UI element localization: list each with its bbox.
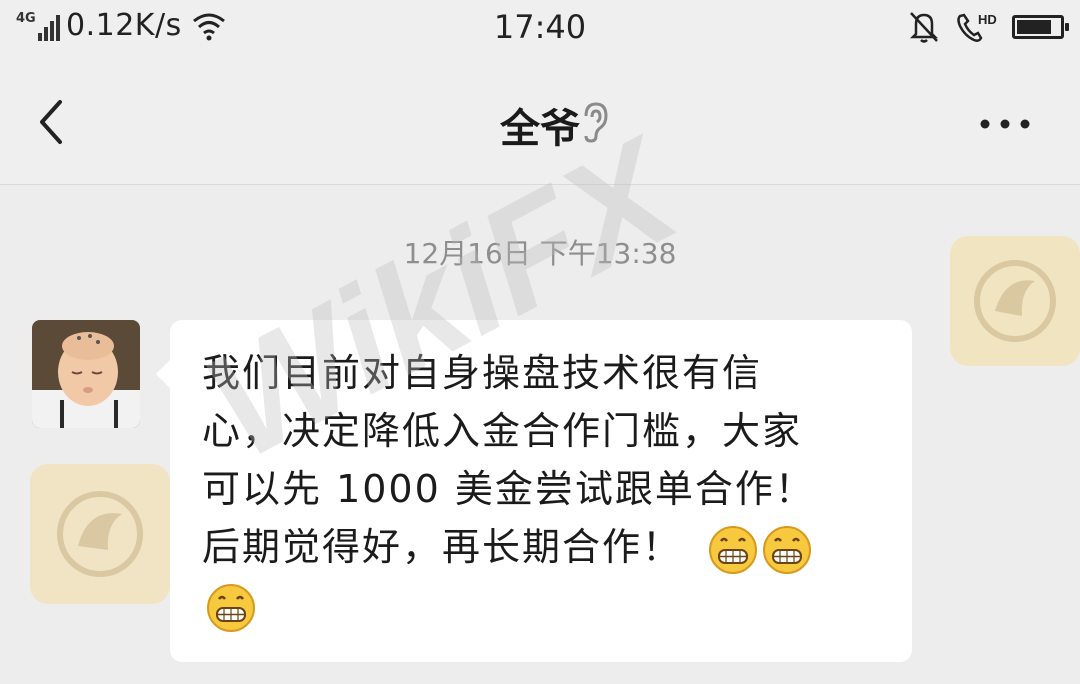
grinning-face-icon <box>763 525 812 574</box>
grinning-face-icon <box>709 525 758 574</box>
message-bubble[interactable]: 我们目前对自身操盘技术很有信 心，决定降低入金合作门槛，大家 可以先 1000 … <box>156 320 912 662</box>
grinning-face-icon <box>207 583 255 632</box>
more-dots-icon[interactable] <box>970 104 1040 144</box>
emoji-group <box>202 576 256 634</box>
status-right: HD <box>894 10 1069 44</box>
svg-text:HD: HD <box>978 12 997 27</box>
mute-bell-icon <box>909 12 939 43</box>
nav-bar: 全爷 <box>0 60 1080 185</box>
message-line-text: 后期觉得好，再长期合作！ <box>202 525 683 569</box>
ear-icon <box>584 102 608 143</box>
message-line-with-emoji: 后期觉得好，再长期合作！ <box>202 518 882 576</box>
chat-title: 全爷 <box>500 106 580 152</box>
avatar-image <box>32 320 140 428</box>
message-line: 心，决定降低入金合作门槛，大家 <box>202 409 803 453</box>
battery-icon <box>1012 15 1069 39</box>
status-bar: 4G 0.12K/s 17:40 HD <box>0 0 1080 60</box>
nav-title-container: 全爷 <box>0 96 1080 154</box>
message-line-emoji <box>202 576 882 634</box>
message-line: 可以先 1000 美金尝试跟单合作！ <box>202 467 815 511</box>
emoji-group <box>704 518 812 576</box>
message-timestamp: 12月16日 下午13:38 <box>403 237 677 270</box>
message-line: 我们目前对自身操盘技术很有信 <box>202 351 763 395</box>
avatar[interactable] <box>32 320 140 428</box>
watermark-logo-icon <box>30 464 170 604</box>
hd-call-icon: HD <box>957 12 997 42</box>
